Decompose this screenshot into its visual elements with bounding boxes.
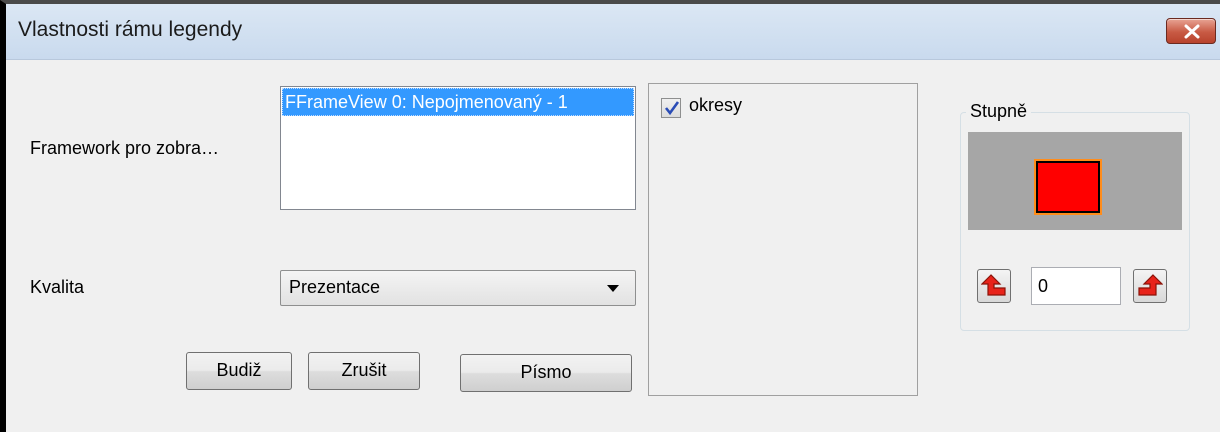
framework-listbox[interactable]: FFrameView 0: Nepojmenovaný - 1 [280, 86, 636, 210]
close-icon [1184, 24, 1200, 39]
window-title: Vlastnosti rámu legendy [18, 18, 243, 41]
framework-label: Framework pro zobra… [30, 138, 220, 158]
ok-button[interactable]: Budiž [186, 352, 292, 390]
quality-selected-value: Prezentace [289, 277, 381, 297]
checkmark-icon [664, 101, 680, 116]
font-button[interactable]: Písmo [460, 354, 632, 392]
cancel-button-label: Zrušit [341, 360, 387, 380]
close-button[interactable] [1166, 18, 1216, 44]
quality-label: Kvalita [30, 277, 85, 297]
legend-frame-properties-dialog: Vlastnosti rámu legendy Framework pro zo… [0, 0, 1220, 432]
font-button-label: Písmo [520, 362, 572, 382]
dialog-body: Framework pro zobra… FFrameView 0: Nepoj… [6, 61, 1220, 432]
ok-button-label: Budiž [216, 360, 262, 380]
degrees-title: Stupně [966, 101, 1032, 122]
layers-list[interactable]: okresy [648, 83, 918, 396]
title-bar[interactable]: Vlastnosti rámu legendy [6, 4, 1220, 60]
symbol-swatch [1034, 159, 1102, 215]
layer-checkbox-okresy[interactable] [661, 98, 681, 118]
rotate-left-button[interactable] [977, 269, 1011, 303]
cancel-button[interactable]: Zrušit [308, 352, 420, 390]
rotate-right-button[interactable] [1133, 269, 1167, 303]
layer-label-okresy: okresy [689, 95, 743, 115]
quality-dropdown[interactable]: Prezentace [280, 270, 636, 306]
symbol-preview [968, 132, 1182, 230]
degrees-input[interactable]: 0 [1031, 267, 1121, 305]
rotate-left-arrow-icon [981, 274, 1006, 296]
chevron-down-icon [607, 285, 619, 292]
rotate-right-arrow-icon [1138, 274, 1163, 296]
framework-list-item[interactable]: FFrameView 0: Nepojmenovaný - 1 [282, 88, 634, 116]
